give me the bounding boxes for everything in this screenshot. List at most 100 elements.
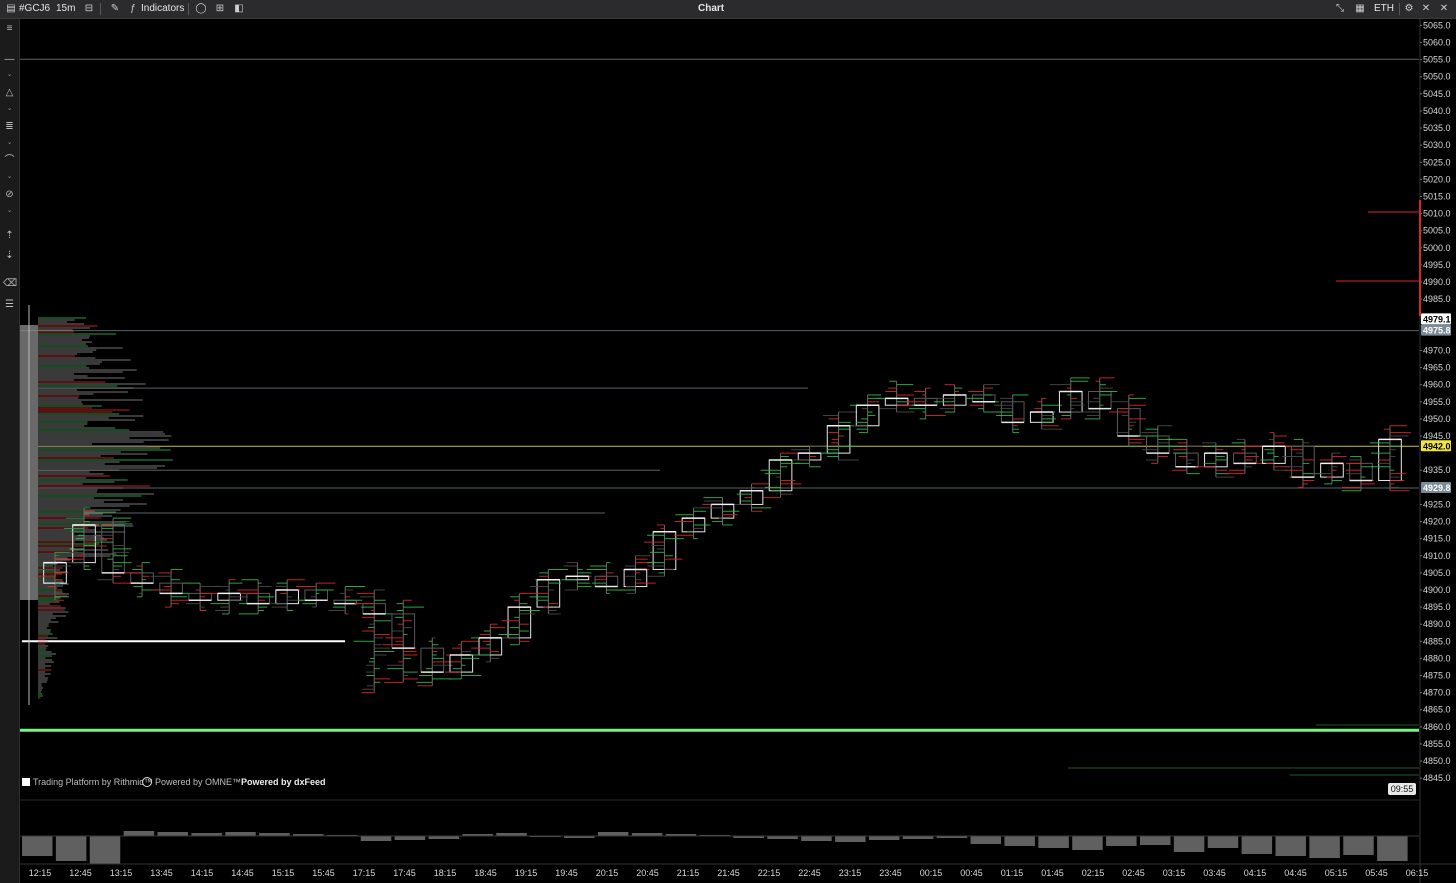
price-tick-label: 4960.0 bbox=[1423, 380, 1451, 390]
price-levels bbox=[20, 58, 1419, 776]
candles bbox=[36, 377, 1411, 694]
volume-bar bbox=[360, 836, 392, 841]
volume-bar bbox=[394, 836, 426, 840]
time-tick-label: 19:45 bbox=[555, 868, 578, 878]
price-chart[interactable]: 15650-1137-1247 5065.05060.05055.05050.0… bbox=[0, 0, 1456, 883]
price-tick-label: 4900.0 bbox=[1423, 585, 1451, 595]
price-tick-label: 4845.0 bbox=[1423, 773, 1451, 783]
time-tick-label: 00:45 bbox=[960, 868, 983, 878]
time-tick-label: 13:15 bbox=[110, 868, 133, 878]
price-tick-label: 4970.0 bbox=[1423, 345, 1451, 355]
time-tick-label: 06:15 bbox=[1406, 868, 1429, 878]
price-tick-label: 5035.0 bbox=[1423, 123, 1451, 133]
time-tick-label: 14:15 bbox=[191, 868, 214, 878]
volume-bar bbox=[1004, 836, 1035, 846]
time-tick-label: 21:45 bbox=[717, 868, 740, 878]
time-tick-label: 21:15 bbox=[677, 868, 700, 878]
volume-bar bbox=[597, 832, 629, 836]
price-tick-label: 4990.0 bbox=[1423, 277, 1451, 287]
price-axis: 5065.0 5060.0 5055.0 5050.0 5045.0 5040.0 5035… bbox=[1419, 19, 1456, 883]
time-tick-label: 13:45 bbox=[150, 868, 173, 878]
time-tick-label: 15:45 bbox=[312, 868, 335, 878]
time-tick-label: 20:15 bbox=[596, 868, 619, 878]
price-tick-label: 4935.0 bbox=[1423, 465, 1451, 475]
dxfeed-watermark: Powered by dxFeed bbox=[241, 777, 326, 787]
omne-text: Powered by OMNE™ bbox=[155, 777, 242, 787]
time-tick-label: 01:45 bbox=[1041, 868, 1064, 878]
time-tick-label: 03:45 bbox=[1203, 868, 1226, 878]
price-tick-label: 4885.0 bbox=[1423, 636, 1451, 646]
time-tick-label: 05:45 bbox=[1365, 868, 1388, 878]
candle-timer: 09:55 bbox=[1388, 783, 1416, 795]
rithmic-watermark: Trading Platform by Rithmic™ bbox=[22, 777, 153, 787]
time-tick-label: 17:15 bbox=[353, 868, 376, 878]
time-tick-label: 00:15 bbox=[920, 868, 943, 878]
volume-bar bbox=[835, 836, 866, 842]
rithmic-logo-icon bbox=[22, 778, 30, 786]
price-tick-label: 4945.0 bbox=[1423, 431, 1451, 441]
price-tick-label: 5065.0 bbox=[1423, 20, 1451, 30]
price-tick-label: 5020.0 bbox=[1423, 174, 1451, 184]
volume-bar bbox=[1377, 836, 1408, 861]
price-tick-label: 5010.0 bbox=[1423, 209, 1451, 219]
volume-bar bbox=[1106, 836, 1137, 846]
time-tick-label: 18:45 bbox=[474, 868, 497, 878]
price-tick-label: 4910.0 bbox=[1423, 551, 1451, 561]
volume-bar bbox=[1309, 836, 1340, 858]
time-tick-label: 02:45 bbox=[1122, 868, 1145, 878]
price-tick-label: 5030.0 bbox=[1423, 140, 1451, 150]
volume-bar bbox=[868, 836, 900, 840]
volume-bar bbox=[801, 836, 832, 841]
time-tick-label: 02:15 bbox=[1082, 868, 1105, 878]
price-tick-label: 4880.0 bbox=[1423, 653, 1451, 663]
price-tick-label: 4865.0 bbox=[1423, 705, 1451, 715]
price-tick-label: 4995.0 bbox=[1423, 260, 1451, 270]
volume-bar bbox=[1241, 836, 1273, 854]
time-tick-label: 12:15 bbox=[29, 868, 52, 878]
volume-bar bbox=[1173, 836, 1205, 852]
volume-bar bbox=[1139, 836, 1171, 845]
price-marker-label: 4979.1 bbox=[1423, 314, 1451, 324]
time-tick-label: 14:45 bbox=[231, 868, 254, 878]
volume-bar bbox=[970, 836, 1002, 844]
price-tick-label: 4925.0 bbox=[1423, 499, 1451, 509]
price-tick-label: 4965.0 bbox=[1423, 363, 1451, 373]
price-tick-label: 5005.0 bbox=[1423, 226, 1451, 236]
time-tick-label: 22:45 bbox=[798, 868, 821, 878]
price-tick-label: 4915.0 bbox=[1423, 534, 1451, 544]
price-tick-label: 4890.0 bbox=[1423, 619, 1451, 629]
price-marker-label: 4975.8 bbox=[1423, 326, 1451, 336]
price-tick-label: 4870.0 bbox=[1423, 688, 1451, 698]
time-axis: 12:15 12:45 13:15 13:45 14:15 14:45 15:15 15:45… bbox=[20, 863, 1456, 878]
price-tick-label: 4905.0 bbox=[1423, 568, 1451, 578]
price-marker-label: 4929.8 bbox=[1423, 483, 1451, 493]
omne-watermark: Powered by OMNE™ bbox=[142, 777, 241, 787]
volume-bar bbox=[1038, 836, 1069, 848]
volume-bar bbox=[1343, 836, 1374, 855]
time-tick-label: 04:15 bbox=[1244, 868, 1267, 878]
volume-bar bbox=[157, 832, 189, 836]
time-tick-label: 03:15 bbox=[1163, 868, 1186, 878]
price-tick-label: 4895.0 bbox=[1423, 602, 1451, 612]
price-marker-label: 4942.0 bbox=[1423, 441, 1451, 451]
price-tick-label: 4920.0 bbox=[1423, 517, 1451, 527]
time-tick-label: 05:15 bbox=[1325, 868, 1348, 878]
price-tick-label: 5050.0 bbox=[1423, 72, 1451, 82]
time-tick-label: 19:15 bbox=[515, 868, 538, 878]
volume-bar bbox=[1275, 836, 1306, 856]
volume-bar bbox=[55, 836, 87, 861]
time-tick-label: 18:15 bbox=[434, 868, 457, 878]
price-tick-label: 5025.0 bbox=[1423, 157, 1451, 167]
time-tick-label: 20:45 bbox=[636, 868, 659, 878]
time-tick-label: 04:45 bbox=[1284, 868, 1307, 878]
price-tick-label: 4875.0 bbox=[1423, 671, 1451, 681]
volume-bar bbox=[1207, 836, 1239, 848]
time-tick-label: 01:15 bbox=[1001, 868, 1024, 878]
volume-profile bbox=[20, 305, 173, 705]
time-tick-label: 23:45 bbox=[879, 868, 902, 878]
price-tick-label: 5000.0 bbox=[1423, 243, 1451, 253]
volume-bar bbox=[1072, 836, 1103, 850]
omne-logo-icon bbox=[142, 777, 152, 787]
price-tick-label: 4950.0 bbox=[1423, 414, 1451, 424]
time-tick-label: 17:45 bbox=[393, 868, 416, 878]
